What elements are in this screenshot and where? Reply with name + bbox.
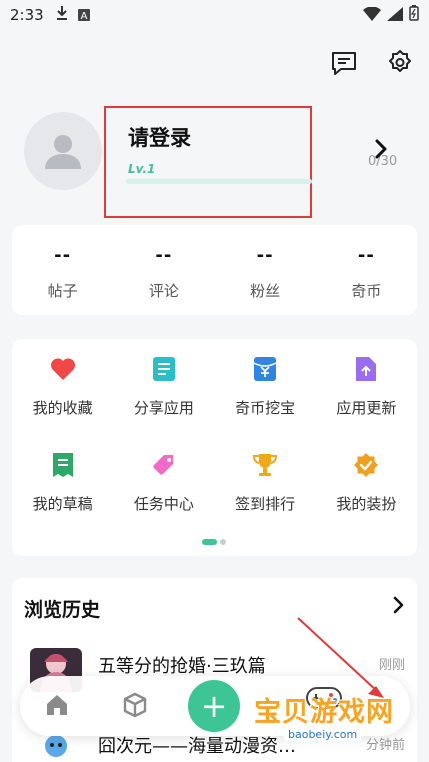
feature-label: 奇币挖宝 (235, 399, 296, 417)
feature-share-app[interactable]: 分享应用 (113, 339, 214, 435)
history-item-time: 刚刚 (378, 658, 405, 673)
login-prompt[interactable]: 请登录 (128, 122, 191, 152)
default-user-icon (45, 135, 81, 169)
status-bar: 2:33 A (0, 0, 429, 30)
message-icon[interactable] (329, 48, 359, 78)
stat-value: -- (54, 245, 72, 266)
battery-icon (409, 5, 419, 25)
badge-icon (352, 451, 380, 479)
feature-label: 签到排行 (235, 495, 296, 513)
watermark-text: 宝贝游戏网 (254, 697, 394, 728)
feature-task-center[interactable]: 任务中心 (113, 435, 214, 531)
watermark: 宝贝游戏网 baobeiy.com (254, 690, 429, 750)
top-actions (329, 48, 415, 78)
stat-value: -- (357, 245, 375, 266)
stat-posts[interactable]: -- 帖子 (12, 225, 113, 315)
level-label: Lv.1 (128, 162, 156, 176)
status-system-icons (363, 5, 419, 25)
heart-icon (49, 355, 77, 383)
stat-fans[interactable]: -- 粉丝 (215, 225, 316, 315)
feature-label: 应用更新 (336, 399, 397, 417)
draft-icon (49, 451, 77, 479)
signal-icon (387, 6, 403, 25)
update-file-icon (352, 355, 380, 383)
page-dot-active (202, 539, 217, 545)
stat-value: -- (256, 245, 274, 266)
feature-app-update[interactable]: 应用更新 (316, 339, 417, 435)
feature-label: 我的装扮 (336, 495, 397, 513)
feature-checkin-ranking[interactable]: 签到排行 (215, 435, 316, 531)
status-notifications: A (56, 5, 90, 25)
history-item-name: 五等分的抢婚·三玖篇 (98, 656, 266, 677)
page-indicator (202, 539, 226, 545)
feature-label: 我的收藏 (32, 399, 93, 417)
download-icon (56, 5, 68, 25)
app-a-icon: A (78, 6, 90, 25)
share-doc-icon (150, 355, 178, 383)
stat-label: 帖子 (47, 282, 78, 300)
settings-gear-icon[interactable] (385, 48, 415, 78)
stat-label: 粉丝 (250, 282, 281, 300)
watermark-url: baobeiy.com (284, 728, 362, 741)
trophy-icon (251, 451, 279, 479)
add-post-button[interactable]: + (188, 680, 240, 732)
features-card: 我的收藏 分享应用 奇币挖宝 应用更新 我的草稿 任务中心 签到排行 我的装扮 (12, 339, 417, 556)
cube-icon[interactable] (122, 692, 148, 722)
stat-label: 奇币 (351, 282, 382, 300)
feature-my-outfit[interactable]: 我的装扮 (316, 435, 417, 531)
stats-card: -- 帖子 -- 评论 -- 粉丝 -- 奇币 (12, 225, 417, 315)
profile-header[interactable]: 请登录 Lv.1 0/30 (24, 106, 414, 218)
stat-comments[interactable]: -- 评论 (113, 225, 214, 315)
feature-favorites[interactable]: 我的收藏 (12, 339, 113, 435)
status-time: 2:33 (10, 6, 44, 24)
feature-drafts[interactable]: 我的草稿 (12, 435, 113, 531)
svg-text:A: A (81, 11, 88, 21)
level-progress-bar (126, 179, 312, 184)
tag-icon (150, 451, 178, 479)
page-dot (220, 539, 226, 545)
coin-envelope-icon (251, 355, 279, 383)
stat-coins[interactable]: -- 奇币 (316, 225, 417, 315)
feature-label: 分享应用 (133, 399, 194, 417)
stat-label: 评论 (148, 282, 179, 300)
avatar[interactable] (24, 112, 102, 190)
home-icon[interactable] (44, 692, 70, 722)
chevron-right-icon[interactable] (374, 138, 388, 164)
chevron-right-icon[interactable] (393, 596, 405, 618)
feature-label: 我的草稿 (32, 495, 93, 513)
wifi-icon (363, 5, 381, 25)
stat-value: -- (155, 245, 173, 266)
history-title: 浏览历史 (24, 599, 101, 621)
feature-coin-treasure[interactable]: 奇币挖宝 (215, 339, 316, 435)
login-highlight-box: 请登录 Lv.1 0/30 (104, 106, 397, 218)
feature-label: 任务中心 (133, 495, 194, 513)
